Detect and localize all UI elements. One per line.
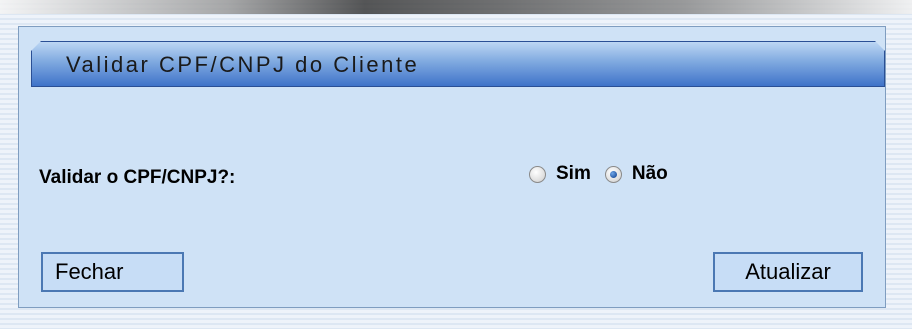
- close-button[interactable]: Fechar: [41, 252, 184, 292]
- panel-header: Validar CPF/CNPJ do Cliente: [31, 41, 885, 87]
- update-button[interactable]: Atualizar: [713, 252, 863, 292]
- validate-radio-group: Sim Não: [529, 163, 682, 185]
- validate-cpf-label: Validar o CPF/CNPJ?:: [39, 167, 236, 188]
- panel-title: Validar CPF/CNPJ do Cliente: [66, 52, 420, 77]
- radio-sim-label[interactable]: Sim: [556, 163, 591, 185]
- radio-nao-label[interactable]: Não: [632, 163, 668, 185]
- radio-nao[interactable]: [604, 165, 622, 183]
- top-shadow: [0, 0, 912, 14]
- radio-sim[interactable]: [529, 165, 546, 183]
- validate-panel: Validar CPF/CNPJ do Cliente Validar o CP…: [18, 26, 886, 308]
